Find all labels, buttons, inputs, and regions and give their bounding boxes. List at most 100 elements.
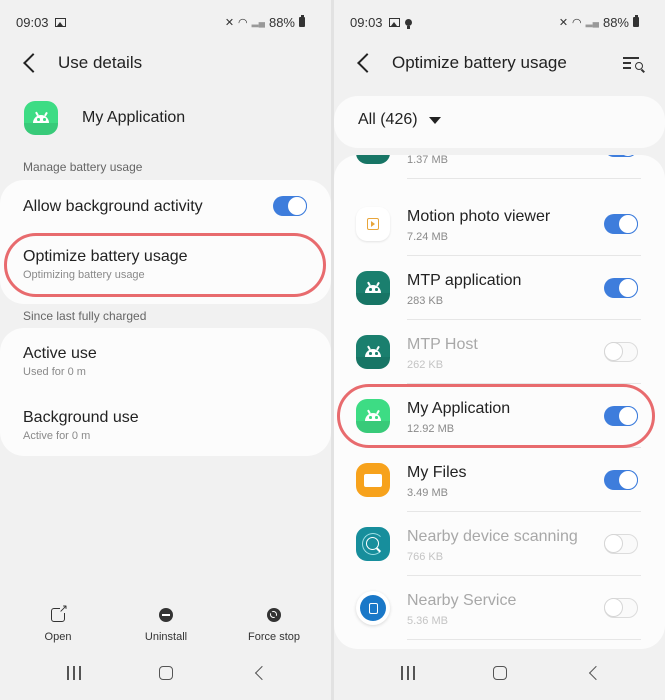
status-time: 09:03 [350,14,383,30]
app-size: 262 KB [407,359,444,371]
navigation-bar [334,654,665,700]
allow-background-activity-label: Allow background activity [23,198,203,215]
app-list: 1.37 MB Motion photo viewer 7.24 MB MTP … [334,155,665,649]
app-size: 283 KB [407,295,444,307]
android-icon [356,335,390,369]
back-icon[interactable] [23,53,43,73]
mute-icon: ✕ [558,16,569,29]
optimize-toggle[interactable] [604,214,638,234]
home-button[interactable] [493,666,507,680]
home-button[interactable] [159,666,173,680]
section-label-since: Since last fully charged [23,309,147,323]
wifi-icon: ◠ [572,16,582,29]
use-details-screen: 09:03 ✕ ◠ ▂▄ 88% Use details My Applicat… [0,0,331,700]
optimize-toggle[interactable] [604,598,638,618]
filter-dropdown[interactable]: All (426) [358,111,441,129]
optimize-toggle[interactable] [604,278,638,298]
background-use-label: Background use [23,409,139,426]
uninstall-label: Uninstall [144,631,188,643]
filter-search-icon[interactable] [623,55,645,74]
app-name: MTP application [407,272,522,289]
app-row-my-application[interactable]: My Application 12.92 MB [334,384,665,448]
optimize-battery-usage-label: Optimize battery usage [23,248,188,265]
filter-card: All (426) [334,96,665,148]
app-row-mtp-application[interactable]: MTP application 283 KB [334,256,665,320]
android-icon [356,271,390,305]
active-use-label: Active use [23,345,97,362]
force-stop-button[interactable]: Force stop [240,605,308,643]
app-row-nearby-device-scanning[interactable]: Nearby device scanning 766 KB [334,512,665,576]
android-icon [356,399,390,433]
open-label: Open [44,631,72,643]
background-use-value: Active for 0 m [23,430,91,442]
app-header: My Application [24,101,185,135]
app-name: My Application [82,109,186,126]
app-name: My Application [407,400,511,417]
open-external-icon [51,602,68,622]
allow-background-activity-row[interactable]: Allow background activity [23,196,307,216]
recents-button[interactable] [67,666,81,680]
filter-label: All (426) [358,111,418,128]
app-row-my-files[interactable]: My Files 3.49 MB [334,448,665,512]
section-label-manage: Manage battery usage [23,160,143,174]
bulb-icon [404,18,412,29]
nearby-scan-icon [356,527,390,561]
app-size: 1.37 MB [407,155,448,166]
app-row-nearby-service[interactable]: Nearby Service 5.36 MB [334,576,665,640]
force-stop-label: Force stop [248,631,300,643]
status-time: 09:03 [16,14,49,30]
battery-icon [299,15,305,27]
mute-icon: ✕ [224,16,235,29]
optimize-toggle[interactable] [604,406,638,426]
action-bar: Open Uninstall Force stop [0,602,331,645]
gallery-icon [54,17,66,27]
app-size: 766 KB [407,551,444,563]
stop-circle-icon [267,608,281,622]
optimize-toggle[interactable] [604,342,638,362]
optimize-toggle[interactable] [604,470,638,490]
battery-percent: 88% [268,14,295,30]
page-title: Optimize battery usage [392,53,567,72]
back-icon[interactable] [357,53,377,73]
app-row[interactable]: 1.37 MB [334,155,665,179]
app-name: My Files [407,464,467,481]
uninstall-button[interactable]: Uninstall [136,605,196,643]
app-row-mtp-host[interactable]: MTP Host 262 KB [334,320,665,384]
folder-icon [356,463,390,497]
back-button[interactable] [588,665,604,681]
app-name: Nearby device scanning [407,528,578,545]
active-use-row[interactable]: Active use Used for 0 m [23,345,307,378]
app-size: 7.24 MB [407,231,448,243]
active-use-value: Used for 0 m [23,366,86,378]
nearby-service-icon [356,591,390,625]
optimize-toggle[interactable] [604,155,638,157]
optimize-battery-screen: 09:03 ✕ ◠ ▂▄ 88% Optimize battery usage … [334,0,665,700]
wifi-icon: ◠ [238,16,248,29]
app-size: 12.92 MB [407,423,455,435]
minus-circle-icon [159,608,173,622]
navigation-bar [0,654,331,700]
app-name: MTP Host [407,336,478,353]
app-row-motion-photo-viewer[interactable]: Motion photo viewer 7.24 MB [334,192,665,256]
android-icon [356,155,390,164]
app-size: 5.36 MB [407,615,448,627]
page-title: Use details [58,53,143,72]
optimize-toggle[interactable] [604,534,638,554]
usage-card: Active use Used for 0 m Background use A… [0,328,331,456]
allow-background-activity-toggle[interactable] [273,196,307,216]
android-icon [24,101,58,135]
recents-button[interactable] [401,666,415,680]
manage-battery-card: Allow background activity Optimize batte… [0,180,331,304]
back-button[interactable] [254,665,270,681]
optimize-battery-usage-row[interactable]: Optimize battery usage Optimizing batter… [23,248,307,281]
app-name: Motion photo viewer [407,208,551,225]
signal-icon: ▂▄ [585,16,599,27]
app-bar: Use details [0,48,331,78]
optimize-battery-usage-subtitle: Optimizing battery usage [23,269,145,281]
background-use-row[interactable]: Background use Active for 0 m [23,409,307,442]
open-button[interactable]: Open [38,602,78,643]
gallery-icon [388,17,400,27]
battery-icon [633,15,639,27]
signal-icon: ▂▄ [251,16,265,27]
app-size: 3.49 MB [407,487,448,499]
